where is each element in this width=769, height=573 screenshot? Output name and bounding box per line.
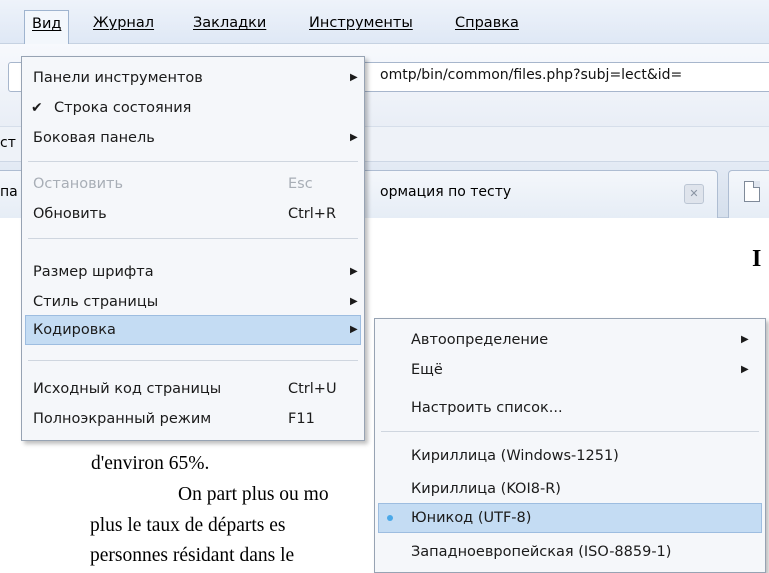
menu-item-status-bar[interactable]: ✔ Строка состояния — [22, 93, 364, 123]
menu-item-reload[interactable]: Обновить Ctrl+R — [22, 199, 364, 229]
menu-item-label: Исходный код страницы — [33, 381, 222, 397]
menu-item-label: Западноевропейская (ISO-8859-1) — [411, 544, 672, 560]
menu-bookmarks[interactable]: Закладки — [186, 10, 273, 36]
menu-item-autodetect[interactable]: Автоопределение ▶ — [375, 325, 765, 355]
menu-separator — [28, 360, 358, 361]
menu-item-sidebar[interactable]: Боковая панель ▶ — [22, 123, 364, 153]
submenu-arrow-icon: ▶ — [741, 364, 749, 375]
menu-item-label: Размер шрифта — [33, 264, 154, 280]
tab-left-label: па — [0, 184, 18, 200]
menu-item-western-iso-8859-1[interactable]: Западноевропейская (ISO-8859-1) — [375, 537, 765, 567]
page-text-line: plus le taux de départs es — [90, 515, 286, 536]
menu-item-stop[interactable]: Остановить Esc — [22, 169, 364, 199]
menu-item-label: Настроить список... — [411, 400, 563, 416]
menu-item-label: Автоопределение — [411, 332, 549, 348]
menu-item-customize-list[interactable]: Настроить список... — [375, 393, 765, 423]
menu-item-shortcut: Ctrl+U — [288, 381, 337, 397]
menu-item-cyrillic-windows-1251[interactable]: Кириллица (Windows-1251) — [375, 441, 765, 471]
menu-item-more-encodings[interactable]: Ещё ▶ — [375, 355, 765, 385]
submenu-arrow-icon: ▶ — [350, 266, 358, 277]
menu-item-shortcut: F11 — [288, 411, 315, 427]
menu-item-font-size[interactable]: Размер шрифта ▶ — [22, 257, 364, 287]
menu-item-label: Кириллица (Windows-1251) — [411, 448, 619, 464]
page-text-line: d'environ 65%. — [91, 453, 210, 474]
menu-help[interactable]: Справка — [448, 10, 526, 36]
menu-separator — [381, 431, 759, 432]
submenu-arrow-icon: ▶ — [741, 334, 749, 345]
tab-test-info-label: ормация по тесту — [380, 184, 512, 200]
menu-separator — [28, 161, 358, 162]
view-menu: Панели инструментов ▶ ✔ Строка состояния… — [21, 56, 365, 441]
menu-item-label: Полноэкранный режим — [33, 411, 212, 427]
page-heading: I — [752, 246, 762, 272]
menu-item-cyrillic-koi8-r[interactable]: Кириллица (KOI8-R) — [375, 474, 765, 504]
menu-item-page-source[interactable]: Исходный код страницы Ctrl+U — [22, 374, 364, 404]
menu-item-shortcut: Esc — [288, 176, 313, 192]
menu-item-label: Панели инструментов — [33, 70, 203, 86]
page-icon — [744, 181, 760, 202]
menu-item-label: Обновить — [33, 206, 107, 222]
menu-history[interactable]: Журнал — [86, 10, 161, 36]
menu-item-encoding[interactable]: Кодировка ▶ — [25, 315, 361, 345]
encoding-submenu: Автоопределение ▶ Ещё ▶ Настроить список… — [374, 318, 766, 573]
menu-item-shortcut: Ctrl+R — [288, 206, 337, 222]
menu-separator — [28, 238, 358, 239]
url-text: omtp/bin/common/files.php?subj=lect&id= — [380, 67, 683, 83]
menu-item-unicode-utf-8[interactable]: Юникод (UTF-8) — [378, 503, 762, 533]
page-text-line: personnes résidant dans le — [90, 545, 295, 566]
menu-item-label: Остановить — [33, 176, 124, 192]
bookmark-item[interactable]: ст — [0, 135, 16, 151]
menu-item-label: Юникод (UTF-8) — [411, 510, 532, 526]
submenu-arrow-icon: ▶ — [350, 324, 358, 335]
submenu-arrow-icon: ▶ — [350, 72, 358, 83]
menu-item-label: Боковая панель — [33, 130, 155, 146]
menu-item-label: Кириллица (KOI8-R) — [411, 481, 561, 497]
submenu-arrow-icon: ▶ — [350, 132, 358, 143]
menu-item-label: Ещё — [411, 362, 443, 378]
menu-item-label: Стиль страницы — [33, 294, 159, 310]
page-text-line: On part plus ou mo — [178, 484, 329, 505]
selected-radio-icon — [387, 515, 393, 521]
menu-item-page-style[interactable]: Стиль страницы ▶ — [22, 287, 364, 317]
menu-item-full-screen[interactable]: Полноэкранный режим F11 — [22, 404, 364, 434]
submenu-arrow-icon: ▶ — [350, 296, 358, 307]
tab-close-icon[interactable]: ✕ — [684, 184, 704, 204]
menu-item-label: Строка состояния — [54, 100, 192, 116]
menu-view[interactable]: Вид — [24, 10, 70, 44]
menu-item-label: Кодировка — [33, 322, 116, 338]
menu-item-toolbars[interactable]: Панели инструментов ▶ — [22, 63, 364, 93]
menu-tools[interactable]: Инструменты — [302, 10, 420, 36]
checkmark-icon: ✔ — [31, 100, 43, 116]
